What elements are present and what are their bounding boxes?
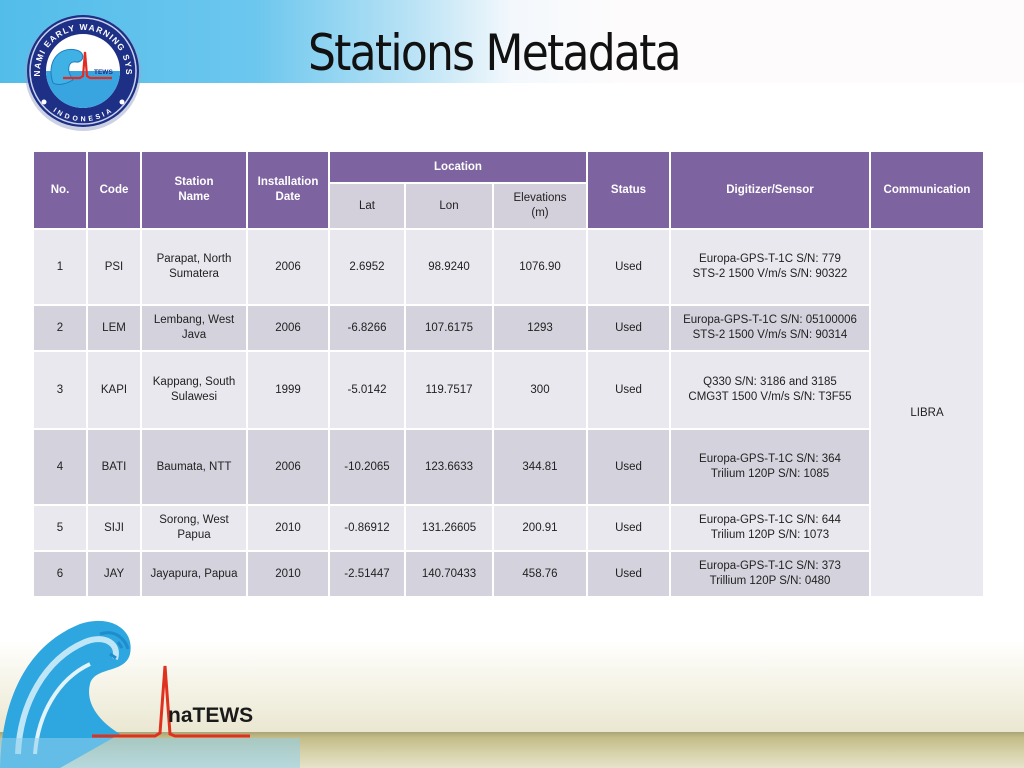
cell-lat: -10.2065 (330, 430, 404, 504)
cell-digitizer-sensor-line: STS-2 1500 V/m/s S/N: 90322 (692, 268, 848, 280)
cell-digitizer-sensor: Europa-GPS-T-1C S/N: 644 Trilium 120P S/N… (671, 506, 869, 550)
cell-elevation: 1293 (494, 306, 586, 350)
cell-lat: 2.6952 (330, 230, 404, 304)
cell-elevation: 458.76 (494, 552, 586, 596)
cell-lon: 140.70433 (406, 552, 492, 596)
cell-digitizer-sensor: Europa-GPS-T-1C S/N: 779 STS-2 1500 V/m/s… (671, 230, 869, 304)
cell-communication: LIBRA (871, 230, 983, 596)
cell-code: PSI (88, 230, 140, 304)
cell-code: JAY (88, 552, 140, 596)
cell-installation-date: 2010 (248, 506, 328, 550)
table-row: 4 BATI Baumata, NTT 2006 -10.2065 123.6633 344… (34, 430, 983, 504)
cell-digitizer-sensor: Europa-GPS-T-1C S/N: 364 Trilium 120P S/N… (671, 430, 869, 504)
cell-installation-date: 2010 (248, 552, 328, 596)
cell-elevation: 300 (494, 352, 586, 428)
cell-code: SIJI (88, 506, 140, 550)
header-communication: Communication (871, 152, 983, 228)
cell-status: Used (588, 430, 669, 504)
cell-installation-date: 1999 (248, 352, 328, 428)
cell-no: 2 (34, 306, 86, 350)
cell-code: KAPI (88, 352, 140, 428)
table-row: 2 LEM Lembang, West Java 2006 -6.8266 107.617… (34, 306, 983, 350)
cell-digitizer-sensor-line: Trilium 120P S/N: 1073 (710, 529, 830, 541)
cell-digitizer-sensor: Europa-GPS-T-1C S/N: 373 Trillium 120P S/… (671, 552, 869, 596)
cell-code: LEM (88, 306, 140, 350)
table-row: 3 KAPI Kappang, South Sulawesi 1999 -5.0142 11… (34, 352, 983, 428)
cell-lon: 123.6633 (406, 430, 492, 504)
cell-installation-date: 2006 (248, 430, 328, 504)
cell-digitizer-sensor: Europa-GPS-T-1C S/N: 05100006 STS-2 1500 … (671, 306, 869, 350)
header-no: No. (34, 152, 86, 228)
cell-station-name: Lembang, West Java (142, 306, 246, 350)
cell-lat: -5.0142 (330, 352, 404, 428)
logo-mark-text: TEWS (94, 69, 113, 76)
cell-station-name-line: Lembang, West Java (153, 314, 235, 341)
header-installation-date: Installation Date (248, 152, 328, 228)
cell-no: 1 (34, 230, 86, 304)
header-digitizer-sensor: Digitizer/Sensor (671, 152, 869, 228)
cell-station-name-line: Kappang, South (152, 376, 236, 388)
cell-station-name-line: Jayapura, Papua (150, 567, 238, 580)
cell-digitizer-sensor-line: Europa-GPS-T-1C S/N: 644 (699, 514, 841, 526)
cell-digitizer-sensor-line: Europa-GPS-T-1C S/N: 05100006 (683, 314, 857, 326)
table-row: 5 SIJI Sorong, West Papua 2010 -0.86912 131.2… (34, 506, 983, 550)
cell-status: Used (588, 552, 669, 596)
cell-station-name: Kappang, South Sulawesi (142, 352, 246, 428)
cell-digitizer-sensor-line: CMG3T 1500 V/m/s S/N: T3F55 (688, 391, 852, 403)
cell-station-name: Parapat, North Sumatera (142, 230, 246, 304)
cell-status: Used (588, 230, 669, 304)
cell-station-name-line: Sorong, West Papua (159, 514, 229, 541)
cell-status: Used (588, 352, 669, 428)
header-code: Code (88, 152, 140, 228)
cell-elevation: 200.91 (494, 506, 586, 550)
page-title: Stations Metadata (308, 24, 682, 82)
header-lat: Lat (330, 184, 404, 228)
header-status: Status (588, 152, 669, 228)
cell-lat: -2.51447 (330, 552, 404, 596)
header-location: Location (330, 152, 586, 182)
cell-lon: 131.26605 (406, 506, 492, 550)
cell-station-name: Sorong, West Papua (142, 506, 246, 550)
cell-lon: 119.7517 (406, 352, 492, 428)
cell-no: 4 (34, 430, 86, 504)
table-row: 1 PSI Parapat, North Sumatera 2006 2.6952 98.9… (34, 230, 983, 596)
cell-lat: -0.86912 (330, 506, 404, 550)
cell-lat: -6.8266 (330, 306, 404, 350)
cell-station-name: Jayapura, Papua (142, 552, 246, 596)
cell-no: 5 (34, 506, 86, 550)
cell-station-name-line: Baumata, NTT (156, 460, 232, 473)
cell-lon: 98.9240 (406, 230, 492, 304)
cell-digitizer-sensor-line: Europa-GPS-T-1C S/N: 373 (699, 560, 841, 572)
header-lon: Lon (406, 184, 492, 228)
cell-station-name: Baumata, NTT (142, 430, 246, 504)
cell-digitizer-sensor-line: Europa-GPS-T-1C S/N: 779 (699, 253, 841, 265)
cell-no: 6 (34, 552, 86, 596)
natews-wave-logo-icon: naTEWS (0, 620, 300, 768)
cell-installation-date: 2006 (248, 230, 328, 304)
banner-fade (0, 83, 1024, 95)
cell-station-name-line: Sulawesi (170, 391, 218, 403)
stations-metadata-table: No. Code Station Name Installation Date Lo… (32, 150, 985, 598)
cell-station-name-line: Parapat, North (156, 253, 232, 265)
cell-digitizer-sensor-line: Trillium 120P S/N: 0480 (709, 575, 831, 587)
table-row: 6 JAY Jayapura, Papua 2010 -2.51447 140.70433… (34, 552, 983, 596)
header-station-name: Station Name (142, 152, 246, 228)
cell-digitizer-sensor: Q330 S/N: 3186 and 3185 CMG3T 1500 V/m/s … (671, 352, 869, 428)
cell-lon: 107.6175 (406, 306, 492, 350)
cell-digitizer-sensor-line: STS-2 1500 V/m/s S/N: 90314 (692, 329, 848, 341)
cell-digitizer-sensor-line: Q330 S/N: 3186 and 3185 (703, 376, 837, 388)
tews-indonesia-logo-icon: TEWS TSUNAMI EARLY WARNING SYSTEM INDONE… (18, 8, 141, 131)
cell-installation-date: 2006 (248, 306, 328, 350)
cell-no: 3 (34, 352, 86, 428)
cell-elevation: 1076.90 (494, 230, 586, 304)
cell-digitizer-sensor-line: Trilium 120P S/N: 1085 (710, 468, 830, 480)
cell-code: BATI (88, 430, 140, 504)
cell-station-name-line: Sumatera (169, 268, 219, 280)
natews-mark-text: naTEWS (168, 704, 253, 727)
cell-status: Used (588, 306, 669, 350)
cell-digitizer-sensor-line: Europa-GPS-T-1C S/N: 364 (699, 453, 841, 465)
cell-elevation: 344.81 (494, 430, 586, 504)
header-elevation: Elevations (m) (494, 184, 586, 228)
cell-status: Used (588, 506, 669, 550)
